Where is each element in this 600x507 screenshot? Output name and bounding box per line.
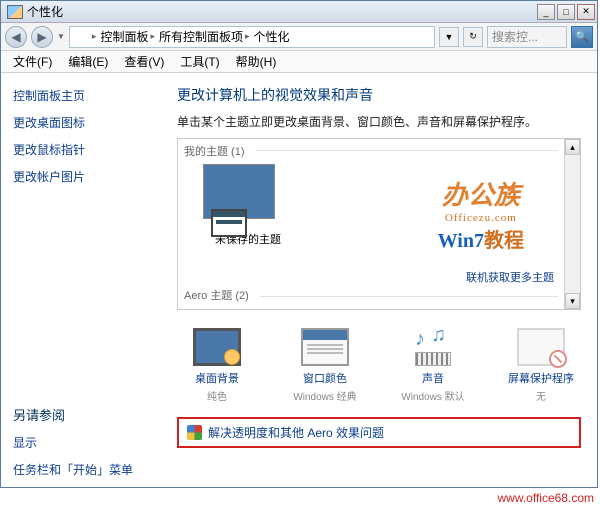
themes-list: 我的主题 (1) 未保存的主题 办公族 Officezu.com Win7教程 … (177, 138, 581, 310)
sidebar-link-display[interactable]: 显示 (13, 434, 149, 451)
footer-url: www.office68.com (498, 491, 595, 505)
search-button[interactable]: 🔍 (571, 26, 593, 48)
app-icon (7, 5, 23, 19)
breadcrumb-item[interactable]: 控制面板 ▸ (100, 28, 155, 45)
screensaver-icon (517, 328, 565, 366)
menu-help[interactable]: 帮助(H) (228, 51, 285, 72)
see-also-heading: 另请参阅 (13, 405, 149, 424)
history-dropdown[interactable]: ▼ (57, 32, 65, 41)
customize-background[interactable]: 桌面背景 纯色 (177, 328, 257, 403)
back-button[interactable]: ◀ (5, 26, 27, 48)
page-heading: 更改计算机上的视觉效果和声音 (177, 85, 581, 105)
search-input[interactable]: 搜索控... (487, 26, 567, 48)
group-aero-label: Aero 主题 (2) (184, 287, 249, 303)
customize-screensaver[interactable]: 屏幕保护程序 无 (501, 328, 581, 403)
customize-sound[interactable]: ♪♫ 声音 Windows 默认 (393, 328, 473, 403)
titlebar: 个性化 _ □ ✕ (1, 1, 597, 23)
shield-icon (187, 425, 202, 440)
forward-button[interactable]: ▶ (31, 26, 53, 48)
scroll-up-button[interactable]: ▴ (565, 139, 580, 155)
window-title: 个性化 (27, 3, 537, 20)
address-bar[interactable]: ▸ 控制面板 ▸ 所有控制面板项 ▸ 个性化 (69, 26, 435, 48)
breadcrumb-item[interactable]: 所有控制面板项 ▸ (159, 28, 250, 45)
desktop-background-icon (193, 328, 241, 366)
menubar: 文件(F) 编辑(E) 查看(V) 工具(T) 帮助(H) (1, 51, 597, 73)
customize-window-color[interactable]: 窗口颜色 Windows 经典 (285, 328, 365, 403)
group-my-themes-label: 我的主题 (1) (184, 143, 245, 159)
breadcrumb-item[interactable]: 个性化 (254, 28, 290, 45)
watermark: 办公族 Officezu.com Win7教程 (438, 175, 524, 253)
sidebar-link-home[interactable]: 控制面板主页 (13, 87, 149, 104)
close-button[interactable]: ✕ (577, 4, 595, 20)
main-panel: 更改计算机上的视觉效果和声音 单击某个主题立即更改桌面背景、窗口颜色、声音和屏幕… (161, 73, 597, 488)
minimize-button[interactable]: _ (537, 4, 555, 20)
theme-item-unsaved[interactable]: 未保存的主题 (203, 164, 293, 247)
maximize-button[interactable]: □ (557, 4, 575, 20)
troubleshoot-aero-link[interactable]: 解决透明度和其他 Aero 效果问题 (208, 424, 384, 441)
menu-edit[interactable]: 编辑(E) (60, 51, 116, 72)
sound-icon: ♪♫ (409, 328, 457, 366)
customize-row: 桌面背景 纯色 窗口颜色 Windows 经典 ♪♫ 声音 Windows 默认 (177, 328, 581, 403)
navbar: ◀ ▶ ▼ ▸ 控制面板 ▸ 所有控制面板项 ▸ 个性化 ▼ ↻ 搜索控... … (1, 23, 597, 51)
scrollbar[interactable]: ▴ ▾ (564, 139, 580, 309)
menu-tools[interactable]: 工具(T) (172, 51, 227, 72)
address-dropdown[interactable]: ▼ (439, 27, 459, 47)
more-themes-link[interactable]: 联机获取更多主题 (466, 269, 554, 285)
page-description: 单击某个主题立即更改桌面背景、窗口颜色、声音和屏幕保护程序。 (177, 113, 581, 130)
window-color-icon (301, 328, 349, 366)
sidebar-link-taskbar[interactable]: 任务栏和「开始」菜单 (13, 461, 149, 478)
sidebar: 控制面板主页 更改桌面图标 更改鼠标指针 更改帐户图片 另请参阅 显示 任务栏和… (1, 73, 161, 488)
address-icon (74, 31, 88, 43)
content: 控制面板主页 更改桌面图标 更改鼠标指针 更改帐户图片 另请参阅 显示 任务栏和… (1, 73, 597, 488)
scroll-down-button[interactable]: ▾ (565, 293, 580, 309)
sidebar-link-mouse[interactable]: 更改鼠标指针 (13, 141, 149, 158)
sidebar-link-account-pic[interactable]: 更改帐户图片 (13, 168, 149, 185)
refresh-button[interactable]: ↻ (463, 27, 483, 47)
window-controls: _ □ ✕ (537, 4, 595, 20)
menu-view[interactable]: 查看(V) (116, 51, 172, 72)
menu-file[interactable]: 文件(F) (5, 51, 60, 72)
chevron-icon: ▸ (92, 31, 97, 42)
personalization-window: 个性化 _ □ ✕ ◀ ▶ ▼ ▸ 控制面板 ▸ 所有控制面板项 ▸ 个性化 ▼… (0, 0, 598, 488)
troubleshoot-box: 解决透明度和其他 Aero 效果问题 (177, 417, 581, 448)
sidebar-link-desktop-icons[interactable]: 更改桌面图标 (13, 114, 149, 131)
